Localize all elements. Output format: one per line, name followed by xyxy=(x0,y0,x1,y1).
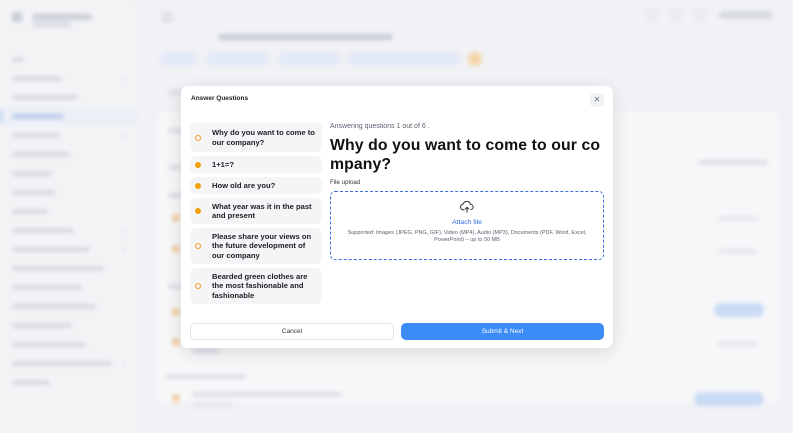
question-item[interactable]: 1+1=? xyxy=(190,156,322,173)
field-label: File upload xyxy=(330,178,361,186)
question-item[interactable]: Bearded green clothes are the most fashi… xyxy=(190,268,322,304)
question-label: 1+1=? xyxy=(212,159,234,169)
close-icon: ✕ xyxy=(593,95,601,104)
file-dropzone[interactable]: Attach file Supported: Images (JPEG, PNG… xyxy=(330,190,604,260)
question-label: Bearded green clothes are the most fashi… xyxy=(212,272,308,300)
modal-title: Answer Questions xyxy=(191,95,249,102)
answer-questions-modal: Answer Questions ✕ Why do you want to co… xyxy=(181,86,613,348)
question-item[interactable]: Please share your views on the future de… xyxy=(190,228,322,264)
question-label: How old are you? xyxy=(212,180,276,190)
question-item[interactable]: What year was it in the past and present xyxy=(190,198,322,224)
question-item[interactable]: How old are you? xyxy=(190,177,322,194)
close-button[interactable]: ✕ xyxy=(590,93,604,107)
pending-status-icon xyxy=(195,208,201,214)
current-status-icon xyxy=(195,243,201,249)
question-label: Why do you want to come to our company? xyxy=(212,128,315,147)
question-list: Why do you want to come to our company? … xyxy=(190,123,322,308)
pending-status-icon xyxy=(195,161,201,168)
question-label: What year was it in the past and present xyxy=(212,201,312,220)
current-status-icon xyxy=(195,134,201,141)
cancel-button[interactable]: Cancel xyxy=(190,323,394,340)
question-label: Please share your views on the future de… xyxy=(212,232,312,260)
current-question-title: Why do you want to come to our company? xyxy=(330,137,601,173)
answer-panel: Answering questions 1 out of 6 . Why do … xyxy=(330,123,604,260)
submit-next-button[interactable]: Submit & Next xyxy=(401,323,604,340)
supported-formats-text: Supported: Images (JPEG, PNG, GIF), Vide… xyxy=(347,229,587,244)
cloud-upload-icon xyxy=(460,200,474,213)
attach-file-link[interactable]: Attach file xyxy=(452,219,482,226)
pending-status-icon xyxy=(195,182,201,189)
question-item[interactable]: Why do you want to come to our company? xyxy=(190,123,322,152)
current-status-icon xyxy=(195,283,201,289)
progress-text: Answering questions 1 out of 6 . xyxy=(330,123,430,130)
